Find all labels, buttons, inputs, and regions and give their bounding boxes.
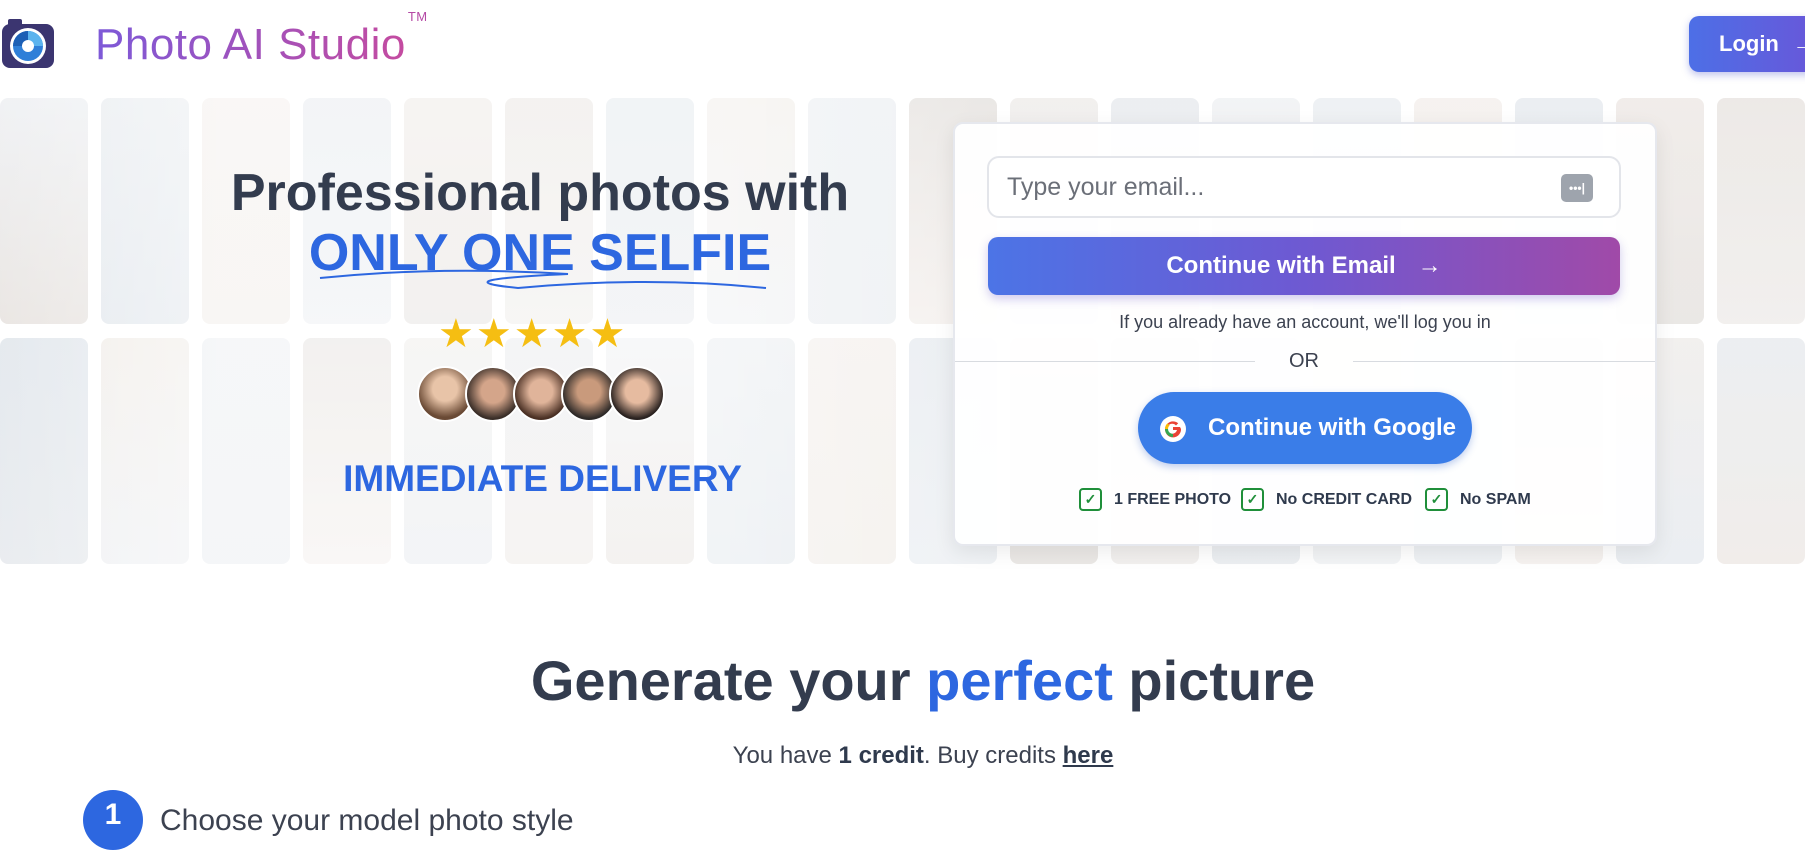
title-part: Generate your [530,649,927,712]
camera-logo-icon [2,19,54,68]
check-icon: ✓ [1241,488,1264,512]
credits-text: You have [732,742,839,769]
credits-count: 1 credit [838,742,924,769]
arrow-right-icon: → [1792,31,1805,56]
badge-no-spam: ✓ No SPAM [1425,488,1531,514]
badge-no-credit-card: ✓ No CREDIT CARD [1241,488,1412,514]
benefit-badges: ✓ 1 FREE PHOTO ✓ No CREDIT CARD ✓ No SPAM [1079,488,1579,514]
title-part: picture [1112,649,1316,712]
credits-text: . Buy credits [923,742,1063,769]
google-button-label: Continue with Google [1208,414,1456,441]
continue-with-email-button[interactable]: Continue with Email → [988,237,1620,295]
email-input[interactable] [987,156,1621,218]
check-icon: ✓ [1079,488,1102,512]
credits-info: You have 1 credit. Buy credits here [0,742,1805,770]
brand-name[interactable]: Photo AI StudioTM [95,9,428,70]
step-number: 1 [83,790,143,850]
login-note: If you already have an account, we'll lo… [1119,312,1491,332]
avatar [609,366,665,422]
trademark: TM [407,9,428,25]
rating-stars: ★★★★★ [438,312,628,356]
divider [1353,361,1655,362]
badge-free-photo: ✓ 1 FREE PHOTO [1079,488,1231,514]
or-separator: OR [1289,350,1319,372]
badge-label: 1 FREE PHOTO [1114,491,1232,508]
badge-label: No SPAM [1460,491,1531,508]
continue-with-google-button[interactable]: Continue with Google [1138,392,1472,464]
brand-text: Photo AI Studio [95,20,406,69]
buy-credits-link[interactable]: here [1063,742,1114,769]
google-icon [1160,416,1186,442]
divider [955,361,1255,362]
step-text: Choose your model photo style [160,804,574,837]
check-icon: ✓ [1425,488,1448,512]
login-button[interactable]: Login → [1689,16,1805,72]
immediate-delivery: IMMEDIATE DELIVERY [343,458,742,499]
arrow-right-icon: → [1417,252,1442,279]
badge-label: No CREDIT CARD [1276,491,1412,508]
login-label: Login [1719,31,1779,56]
signup-card: •••| Continue with Email → If you already… [953,122,1657,546]
hero-title: Professional photos with [230,164,850,222]
email-button-label: Continue with Email [1166,252,1396,279]
generate-title: Generate your perfect picture [0,648,1805,713]
title-accent: perfect [926,649,1113,712]
scribble-underline-icon [319,269,767,290]
header: Photo AI StudioTM Login → [0,0,1805,96]
password-manager-icon[interactable]: •••| [1561,174,1593,202]
